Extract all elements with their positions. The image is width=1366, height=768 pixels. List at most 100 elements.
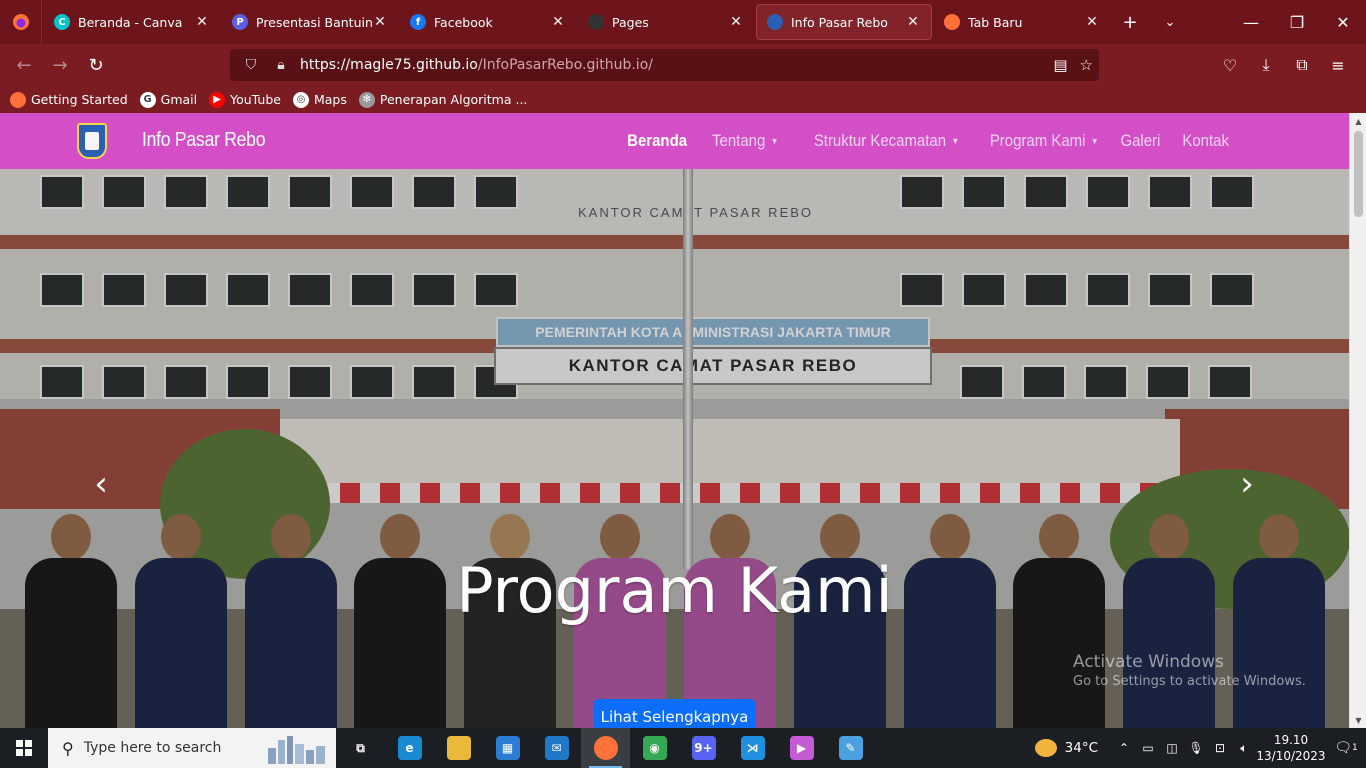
vscode-icon: ⋊ — [740, 736, 765, 760]
close-tab-icon[interactable]: ✕ — [1084, 14, 1100, 30]
list-all-tabs-button[interactable]: ⌄ — [1150, 4, 1190, 40]
webcam-icon[interactable]: ◫ — [1160, 741, 1184, 755]
edge-icon: e — [397, 736, 422, 760]
bookmark-item[interactable]: ✻ Penerapan Algoritma ... — [358, 91, 528, 108]
forward-button[interactable]: → — [42, 49, 78, 81]
weather-widget[interactable]: 34°C — [1034, 739, 1098, 757]
windows-taskbar: ⚲ Type here to search ⧉ e ▦ ✉ ◉ 9+ ⋊ ▶ ✎ 34°C ⌃ … — [0, 728, 1366, 768]
bookmark-item[interactable]: G Gmail — [139, 91, 197, 108]
browser-tab[interactable]: f Facebook ✕ — [400, 4, 576, 40]
tracking-protection-icon[interactable]: ⛉ — [240, 57, 262, 73]
nav-item-kontak[interactable]: Kontak — [1182, 131, 1229, 151]
close-tab-icon[interactable]: ✕ — [372, 14, 388, 30]
firefox-icon — [10, 91, 26, 108]
tab-strip: CBeranda - Canva✕PPresentasi Bantuinyuk✕… — [0, 0, 1366, 44]
nav-item-program-kami[interactable]: Program Kami ▼ — [990, 131, 1099, 151]
site-brand[interactable]: Info Pasar Rebo — [142, 129, 266, 152]
bookmarks-toolbar: Getting Started G Gmail ▶ YouTube ◎ Maps ✻ Pener… — [0, 86, 1366, 113]
google-icon: G — [139, 91, 156, 108]
browser-tab[interactable]: Info Pasar Rebo ✕ — [756, 4, 932, 40]
bookmark-label: YouTube — [230, 92, 281, 107]
search-highlight-icon — [268, 736, 325, 764]
nav-item-tentang[interactable]: Tentang ▼ — [712, 131, 778, 151]
extensions-icon[interactable]: ⧉ — [1284, 55, 1320, 75]
close-tab-icon[interactable]: ✕ — [728, 14, 744, 30]
carousel-next-button[interactable]: › — [1232, 464, 1262, 504]
start-button[interactable] — [0, 728, 48, 768]
notification-center-button[interactable]: 🗨︎ 1 — [1326, 740, 1366, 756]
reader-view-icon[interactable]: ▤ — [1053, 56, 1067, 74]
close-tab-icon[interactable]: ✕ — [550, 14, 566, 30]
edge-taskbar-button[interactable]: e — [385, 728, 434, 768]
discord-taskbar-button[interactable]: 9+ — [679, 728, 728, 768]
page-viewport: Info Pasar Rebo Beranda Tentang ▼ Struktur … — [0, 113, 1366, 728]
scroll-down-arrow[interactable]: ▼ — [1350, 712, 1366, 728]
clock[interactable]: 19.10 13/10/2023 — [1256, 732, 1326, 764]
carousel-prev-button[interactable]: ‹ — [86, 464, 116, 504]
store-taskbar-button[interactable]: ▦ — [483, 728, 532, 768]
store-icon: ▦ — [495, 736, 520, 760]
downloads-icon[interactable]: ⤓ — [1248, 55, 1284, 75]
network-icon[interactable]: ⊡ — [1208, 741, 1232, 755]
file-explorer-taskbar-button[interactable] — [434, 728, 483, 768]
close-window-button[interactable]: ✕ — [1320, 0, 1366, 44]
firefox-view-button[interactable] — [0, 0, 42, 44]
microphone-icon[interactable]: 🎙︎ — [1184, 741, 1208, 755]
url-bar[interactable]: ⛉ 🔒︎ https://magle75.github.io/InfoPasar… — [230, 49, 1099, 81]
bookmark-item[interactable]: ▶ YouTube — [209, 91, 281, 108]
bookmark-star-icon[interactable]: ☆ — [1080, 56, 1093, 74]
clock-time: 19.10 — [1273, 733, 1309, 747]
nav-item-galeri[interactable]: Galeri — [1120, 131, 1160, 151]
file-explorer-icon — [446, 736, 471, 760]
pocket-icon[interactable]: ♡ — [1212, 56, 1248, 75]
scroll-up-arrow[interactable]: ▲ — [1350, 113, 1366, 129]
close-tab-icon[interactable]: ✕ — [194, 14, 210, 30]
nav-item-label: Program Kami — [989, 131, 1086, 150]
page-scrollbar[interactable]: ▲ ▼ — [1349, 113, 1366, 728]
chrome-taskbar-button[interactable]: ◉ — [630, 728, 679, 768]
close-tab-icon[interactable]: ✕ — [905, 14, 921, 30]
task-view-taskbar-button[interactable]: ⧉ — [336, 728, 385, 768]
hero-caption: Program Kami — [456, 554, 893, 627]
nav-item-label: Tentang — [711, 131, 765, 150]
temperature: 34°C — [1064, 740, 1098, 756]
bookmark-item[interactable]: Getting Started — [10, 91, 128, 108]
app-menu-icon[interactable]: ≡ — [1320, 56, 1356, 75]
firefox-icon — [12, 14, 29, 30]
mail-taskbar-button[interactable]: ✉ — [532, 728, 581, 768]
site-logo[interactable] — [77, 123, 107, 159]
notification-icon: 🗨︎ — [1334, 740, 1353, 756]
maximize-button[interactable]: ❐ — [1274, 0, 1320, 44]
firefox-taskbar-button[interactable] — [581, 728, 630, 768]
taskbar-search[interactable]: ⚲ Type here to search — [48, 728, 336, 768]
volume-icon[interactable]: 🔈︎ — [1232, 741, 1256, 756]
lock-icon[interactable]: 🔒︎ — [270, 57, 292, 73]
nav-item-struktur-kecamatan[interactable]: Struktur Kecamatan ▼ — [814, 131, 959, 151]
back-button[interactable]: ← — [6, 49, 42, 81]
network-device-icon[interactable]: ▭ — [1136, 741, 1160, 755]
chevron-up-icon[interactable]: ⌃ — [1112, 741, 1136, 755]
nav-item-beranda[interactable]: Beranda — [627, 131, 687, 151]
browser-tab[interactable]: Tab Baru ✕ — [934, 4, 1110, 40]
bookmark-item[interactable]: ◎ Maps — [292, 91, 347, 108]
minimize-button[interactable]: — — [1228, 0, 1274, 44]
site-navbar: Info Pasar Rebo Beranda Tentang ▼ Struktur … — [0, 113, 1349, 169]
caret-down-icon: ▼ — [1090, 136, 1099, 146]
see-more-button[interactable]: Lihat Selengkapnya — [593, 699, 756, 728]
reload-button[interactable]: ↻ — [78, 49, 114, 81]
bookmark-label: Maps — [313, 92, 347, 107]
media-player-taskbar-button[interactable]: ▶ — [777, 728, 826, 768]
scroll-thumb[interactable] — [1354, 131, 1363, 217]
firefox-icon — [944, 14, 960, 30]
new-tab-button[interactable]: + — [1110, 4, 1150, 40]
paint-taskbar-button[interactable]: ✎ — [826, 728, 875, 768]
browser-tab[interactable]: C Beranda - Canva ✕ — [44, 4, 220, 40]
url-path: /InfoPasarRebo.github.io/ — [477, 57, 653, 73]
vscode-taskbar-button[interactable]: ⋊ — [728, 728, 777, 768]
site-menu: Beranda Tentang ▼ Struktur Kecamatan ▼ Progra… — [603, 113, 1229, 169]
browser-tab[interactable]: Pages ✕ — [578, 4, 754, 40]
browser-tab[interactable]: P Presentasi Bantuinyuk✕ — [222, 4, 398, 40]
search-placeholder: Type here to search — [83, 740, 222, 756]
bookmark-label: Penerapan Algoritma ... — [379, 92, 528, 107]
hero-carousel: KANTOR CAMAT PASAR REBO PEMERINTAH KOTA … — [0, 169, 1349, 728]
